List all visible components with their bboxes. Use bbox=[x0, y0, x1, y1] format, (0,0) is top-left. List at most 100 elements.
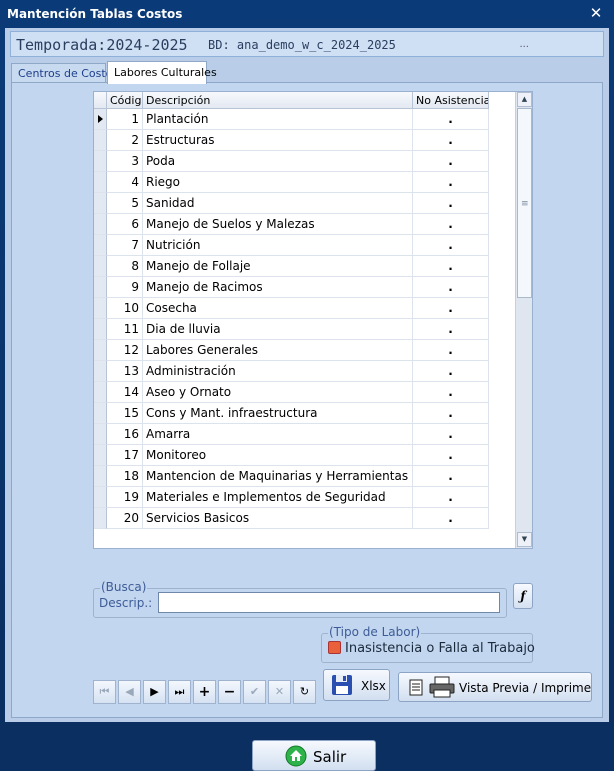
row-indicator[interactable] bbox=[94, 508, 107, 529]
cell-no-asistencia[interactable]: . bbox=[413, 319, 489, 340]
cell-no-asistencia[interactable]: . bbox=[413, 214, 489, 235]
cell-codigo[interactable]: 11 bbox=[107, 319, 143, 340]
table-row[interactable]: 11 Dia de lluvia. bbox=[94, 319, 490, 340]
cell-no-asistencia[interactable]: . bbox=[413, 130, 489, 151]
table-row[interactable]: 4 Riego. bbox=[94, 172, 490, 193]
cell-codigo[interactable]: 14 bbox=[107, 382, 143, 403]
cell-descripcion[interactable]: Materiales e Implementos de Seguridad bbox=[143, 487, 413, 508]
row-indicator[interactable] bbox=[94, 109, 107, 130]
cell-descripcion[interactable]: Mantencion de Maquinarias y Herramientas bbox=[143, 466, 413, 487]
search-input[interactable] bbox=[158, 592, 500, 613]
row-indicator[interactable] bbox=[94, 340, 107, 361]
cell-no-asistencia[interactable]: . bbox=[413, 445, 489, 466]
cell-descripcion[interactable]: Sanidad bbox=[143, 193, 413, 214]
cell-codigo[interactable]: 6 bbox=[107, 214, 143, 235]
next-record-button[interactable]: ▶ bbox=[143, 680, 166, 704]
cell-descripcion[interactable]: Plantación bbox=[143, 109, 413, 130]
cell-codigo[interactable]: 20 bbox=[107, 508, 143, 529]
cell-codigo[interactable]: 5 bbox=[107, 193, 143, 214]
row-indicator[interactable] bbox=[94, 466, 107, 487]
cell-no-asistencia[interactable]: . bbox=[413, 340, 489, 361]
cell-descripcion[interactable]: Nutrición bbox=[143, 235, 413, 256]
table-row[interactable]: 16 Amarra. bbox=[94, 424, 490, 445]
last-record-button[interactable]: ⏭ bbox=[168, 680, 191, 704]
cell-no-asistencia[interactable]: . bbox=[413, 109, 489, 130]
post-record-button[interactable]: ✔ bbox=[243, 680, 266, 704]
cell-descripcion[interactable]: Dia de lluvia bbox=[143, 319, 413, 340]
table-row[interactable]: 10 Cosecha. bbox=[94, 298, 490, 319]
cell-descripcion[interactable]: Manejo de Suelos y Malezas bbox=[143, 214, 413, 235]
cell-no-asistencia[interactable]: . bbox=[413, 382, 489, 403]
cell-descripcion[interactable]: Monitoreo bbox=[143, 445, 413, 466]
row-indicator[interactable] bbox=[94, 382, 107, 403]
table-row[interactable]: 9 Manejo de Racimos. bbox=[94, 277, 490, 298]
cell-no-asistencia[interactable]: . bbox=[413, 298, 489, 319]
cell-no-asistencia[interactable]: . bbox=[413, 508, 489, 529]
grid-vertical-scrollbar[interactable]: ▲ ≡ ▼ bbox=[515, 92, 532, 548]
cell-codigo[interactable]: 16 bbox=[107, 424, 143, 445]
cell-codigo[interactable]: 10 bbox=[107, 298, 143, 319]
cell-descripcion[interactable]: Cosecha bbox=[143, 298, 413, 319]
cell-no-asistencia[interactable]: . bbox=[413, 277, 489, 298]
close-button[interactable]: ✕ bbox=[586, 4, 606, 22]
tab-labores-culturales[interactable]: Labores Culturales bbox=[107, 61, 217, 84]
table-row[interactable]: 13 Administración. bbox=[94, 361, 490, 382]
cell-codigo[interactable]: 18 bbox=[107, 466, 143, 487]
cell-no-asistencia[interactable]: . bbox=[413, 256, 489, 277]
table-row[interactable]: 12 Labores Generales. bbox=[94, 340, 490, 361]
cell-descripcion[interactable]: Administración bbox=[143, 361, 413, 382]
row-indicator[interactable] bbox=[94, 235, 107, 256]
cancel-edit-button[interactable]: ✕ bbox=[268, 680, 291, 704]
prev-record-button[interactable]: ◀ bbox=[118, 680, 141, 704]
inasistencia-checkbox[interactable]: Inasistencia o Falla al Trabajo bbox=[328, 641, 535, 656]
row-indicator[interactable] bbox=[94, 193, 107, 214]
table-row[interactable]: 1 Plantación. bbox=[94, 109, 490, 130]
cell-no-asistencia[interactable]: . bbox=[413, 487, 489, 508]
refresh-button[interactable]: ↻ bbox=[293, 680, 316, 704]
cell-no-asistencia[interactable]: . bbox=[413, 361, 489, 382]
table-row[interactable]: 5 Sanidad. bbox=[94, 193, 490, 214]
cell-no-asistencia[interactable]: . bbox=[413, 466, 489, 487]
cell-descripcion[interactable]: Labores Generales bbox=[143, 340, 413, 361]
cell-codigo[interactable]: 3 bbox=[107, 151, 143, 172]
table-row[interactable]: 18 Mantencion de Maquinarias y Herramient… bbox=[94, 466, 490, 487]
scroll-up-button[interactable]: ▲ bbox=[517, 92, 532, 107]
column-header-no-asistencia[interactable]: No Asistencia bbox=[413, 92, 489, 109]
cell-no-asistencia[interactable]: . bbox=[413, 424, 489, 445]
column-header-codigo[interactable]: Código bbox=[107, 92, 143, 109]
scroll-thumb[interactable]: ≡ bbox=[517, 108, 532, 298]
row-indicator[interactable] bbox=[94, 256, 107, 277]
row-indicator[interactable] bbox=[94, 172, 107, 193]
exit-button[interactable]: Salir bbox=[252, 740, 376, 771]
row-indicator[interactable] bbox=[94, 298, 107, 319]
cell-descripcion[interactable]: Manejo de Follaje bbox=[143, 256, 413, 277]
cell-codigo[interactable]: 1 bbox=[107, 109, 143, 130]
column-header-descripcion[interactable]: Descripción bbox=[143, 92, 413, 109]
row-indicator[interactable] bbox=[94, 487, 107, 508]
row-indicator[interactable] bbox=[94, 151, 107, 172]
row-indicator[interactable] bbox=[94, 445, 107, 466]
row-indicator[interactable] bbox=[94, 319, 107, 340]
cell-codigo[interactable]: 12 bbox=[107, 340, 143, 361]
cell-descripcion[interactable]: Amarra bbox=[143, 424, 413, 445]
table-row[interactable]: 20 Servicios Basicos. bbox=[94, 508, 490, 529]
table-row[interactable]: 14 Aseo y Ornato. bbox=[94, 382, 490, 403]
cell-no-asistencia[interactable]: . bbox=[413, 172, 489, 193]
row-indicator[interactable] bbox=[94, 130, 107, 151]
cell-no-asistencia[interactable]: . bbox=[413, 235, 489, 256]
delete-record-button[interactable]: − bbox=[218, 680, 241, 704]
cell-descripcion[interactable]: Servicios Basicos bbox=[143, 508, 413, 529]
table-row[interactable]: 2 Estructuras. bbox=[94, 130, 490, 151]
row-indicator[interactable] bbox=[94, 277, 107, 298]
cell-no-asistencia[interactable]: . bbox=[413, 193, 489, 214]
table-row[interactable]: 3 Poda. bbox=[94, 151, 490, 172]
row-indicator[interactable] bbox=[94, 403, 107, 424]
cell-codigo[interactable]: 15 bbox=[107, 403, 143, 424]
add-record-button[interactable]: + bbox=[193, 680, 216, 704]
cell-codigo[interactable]: 7 bbox=[107, 235, 143, 256]
cell-no-asistencia[interactable]: . bbox=[413, 403, 489, 424]
cell-codigo[interactable]: 9 bbox=[107, 277, 143, 298]
cell-descripcion[interactable]: Riego bbox=[143, 172, 413, 193]
cell-no-asistencia[interactable]: . bbox=[413, 151, 489, 172]
table-row[interactable]: 19 Materiales e Implementos de Seguridad. bbox=[94, 487, 490, 508]
